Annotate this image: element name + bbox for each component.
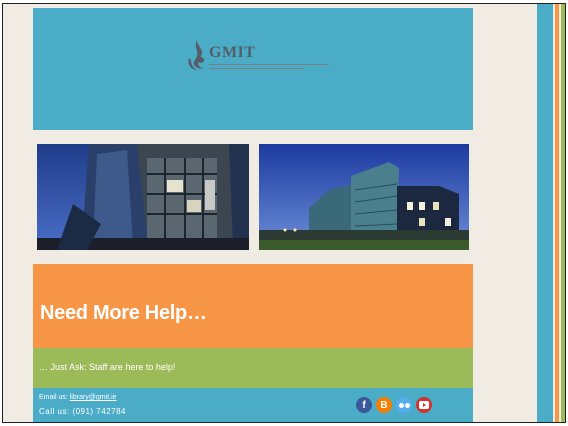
help-banner: Need More Help… [33,264,473,348]
email-line: Email us: library@gmit.ie [39,394,117,401]
logo-tagline-line [209,64,329,65]
email-link[interactable]: library@gmit.ie [70,394,117,401]
building-interior-image [37,144,249,250]
decorative-stripe-orange [555,4,559,422]
slide-frame: GMIT Need More Help… … Just Ask: Staff a… [2,3,566,423]
logo-tagline-line [209,68,304,69]
phone-line: Call us: (091) 742784 [39,407,126,416]
decorative-stripe-blue [537,4,553,422]
facebook-icon[interactable]: f [356,397,372,413]
help-subtitle-bar: … Just Ask: Staff are here to help! [33,348,473,388]
blogger-icon[interactable]: B [376,397,392,413]
gmit-logo[interactable]: GMIT [185,38,335,88]
building-photo-1 [37,144,249,250]
youtube-icon[interactable] [416,397,432,413]
help-title: Need More Help… [40,302,207,324]
decorative-stripe-green [561,4,565,422]
help-subtitle: … Just Ask: Staff are here to help! [39,362,176,372]
social-icons: f B [356,397,432,413]
header-banner: GMIT [33,8,473,130]
contact-bar: Email us: library@gmit.ie Call us: (091)… [33,388,473,422]
logo-text: GMIT [209,44,256,61]
campus-dusk-image [259,144,469,250]
flickr-icon[interactable] [396,397,412,413]
building-photo-2 [259,144,469,250]
gmit-emblem-icon [188,40,204,70]
email-label: Email us: [39,394,68,401]
